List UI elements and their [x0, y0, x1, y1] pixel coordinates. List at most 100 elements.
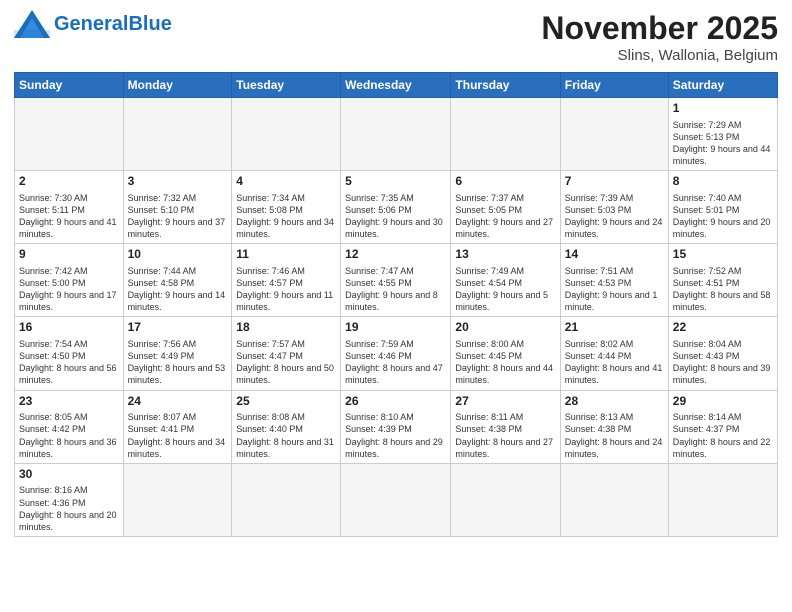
day-info: Sunrise: 8:02 AM Sunset: 4:44 PM Dayligh… — [565, 338, 664, 387]
calendar-day-cell: 15 Sunrise: 7:52 AM Sunset: 4:51 PM Dayli… — [668, 244, 777, 317]
day-number: 25 — [236, 394, 336, 410]
day-info: Sunrise: 7:29 AM Sunset: 5:13 PM Dayligh… — [673, 119, 773, 168]
day-info: Sunrise: 8:05 AM Sunset: 4:42 PM Dayligh… — [19, 411, 119, 460]
calendar-day-cell: 25Sunrise: 8:08 AM Sunset: 4:40 PM Dayli… — [232, 390, 341, 463]
day-info: Sunrise: 7:39 AM Sunset: 5:03 PM Dayligh… — [565, 192, 664, 241]
calendar-header-row: Sunday Monday Tuesday Wednesday Thursday… — [15, 73, 778, 98]
calendar-day-cell — [123, 98, 232, 171]
day-info: Sunrise: 8:04 AM Sunset: 4:43 PM Dayligh… — [673, 338, 773, 387]
calendar-day-cell: 21 Sunrise: 8:02 AM Sunset: 4:44 PM Dayli… — [560, 317, 668, 390]
calendar-day-cell: 30Sunrise: 8:16 AM Sunset: 4:36 PM Dayli… — [15, 463, 124, 536]
day-number: 20 — [455, 320, 555, 336]
calendar-day-cell: 24Sunrise: 8:07 AM Sunset: 4:41 PM Dayli… — [123, 390, 232, 463]
day-number: 29 — [673, 394, 773, 410]
day-info: Sunrise: 7:57 AM Sunset: 4:47 PM Dayligh… — [236, 338, 336, 387]
col-monday: Monday — [123, 73, 232, 98]
calendar-day-cell: 29Sunrise: 8:14 AM Sunset: 4:37 PM Dayli… — [668, 390, 777, 463]
day-number: 27 — [455, 394, 555, 410]
day-number: 21 — [565, 320, 664, 336]
calendar-day-cell: 3 Sunrise: 7:32 AM Sunset: 5:10 PM Daylig… — [123, 171, 232, 244]
logo: GeneralBlue — [14, 10, 172, 38]
day-number: 4 — [236, 174, 336, 190]
day-info: Sunrise: 7:59 AM Sunset: 4:46 PM Dayligh… — [345, 338, 446, 387]
title-block: November 2025 Slins, Wallonia, Belgium — [541, 10, 778, 64]
calendar-day-cell: 2 Sunrise: 7:30 AM Sunset: 5:11 PM Daylig… — [15, 171, 124, 244]
calendar-day-cell: 18 Sunrise: 7:57 AM Sunset: 4:47 PM Dayli… — [232, 317, 341, 390]
logo-general: General — [54, 13, 128, 35]
calendar-week-row: 30Sunrise: 8:16 AM Sunset: 4:36 PM Dayli… — [15, 463, 778, 536]
day-number: 8 — [673, 174, 773, 190]
calendar-day-cell: 5Sunrise: 7:35 AM Sunset: 5:06 PM Daylig… — [341, 171, 451, 244]
day-number: 30 — [19, 467, 119, 483]
calendar-day-cell: 16Sunrise: 7:54 AM Sunset: 4:50 PM Dayli… — [15, 317, 124, 390]
calendar-subtitle: Slins, Wallonia, Belgium — [541, 47, 778, 64]
calendar-day-cell: 12Sunrise: 7:47 AM Sunset: 4:55 PM Dayli… — [341, 244, 451, 317]
calendar-day-cell — [560, 98, 668, 171]
calendar-day-cell — [123, 463, 232, 536]
calendar-day-cell — [451, 463, 560, 536]
day-number: 23 — [19, 394, 119, 410]
day-number: 18 — [236, 320, 336, 336]
day-info: Sunrise: 7:46 AM Sunset: 4:57 PM Dayligh… — [236, 265, 336, 314]
day-info: Sunrise: 8:11 AM Sunset: 4:38 PM Dayligh… — [455, 411, 555, 460]
day-number: 15 — [673, 247, 773, 263]
calendar-day-cell: 6 Sunrise: 7:37 AM Sunset: 5:05 PM Daylig… — [451, 171, 560, 244]
calendar-day-cell: 26Sunrise: 8:10 AM Sunset: 4:39 PM Dayli… — [341, 390, 451, 463]
calendar-week-row: 23Sunrise: 8:05 AM Sunset: 4:42 PM Dayli… — [15, 390, 778, 463]
calendar-day-cell: 22 Sunrise: 8:04 AM Sunset: 4:43 PM Dayli… — [668, 317, 777, 390]
day-info: Sunrise: 7:52 AM Sunset: 4:51 PM Dayligh… — [673, 265, 773, 314]
day-info: Sunrise: 7:56 AM Sunset: 4:49 PM Dayligh… — [128, 338, 228, 387]
day-info: Sunrise: 7:34 AM Sunset: 5:08 PM Dayligh… — [236, 192, 336, 241]
calendar-day-cell: 19 Sunrise: 7:59 AM Sunset: 4:46 PM Dayli… — [341, 317, 451, 390]
calendar-day-cell — [232, 463, 341, 536]
calendar-title: November 2025 — [541, 10, 778, 47]
day-info: Sunrise: 7:54 AM Sunset: 4:50 PM Dayligh… — [19, 338, 119, 387]
calendar-day-cell: 4 Sunrise: 7:34 AM Sunset: 5:08 PM Daylig… — [232, 171, 341, 244]
calendar-table: Sunday Monday Tuesday Wednesday Thursday… — [14, 72, 778, 537]
calendar-day-cell: 28Sunrise: 8:13 AM Sunset: 4:38 PM Dayli… — [560, 390, 668, 463]
page: GeneralBlue November 2025 Slins, Walloni… — [0, 0, 792, 612]
day-info: Sunrise: 7:35 AM Sunset: 5:06 PM Dayligh… — [345, 192, 446, 241]
day-number: 17 — [128, 320, 228, 336]
calendar-day-cell: 10Sunrise: 7:44 AM Sunset: 4:58 PM Dayli… — [123, 244, 232, 317]
calendar-week-row: 16Sunrise: 7:54 AM Sunset: 4:50 PM Dayli… — [15, 317, 778, 390]
calendar-day-cell: 9Sunrise: 7:42 AM Sunset: 5:00 PM Daylig… — [15, 244, 124, 317]
day-number: 2 — [19, 174, 119, 190]
logo-text: GeneralBlue — [54, 13, 172, 35]
col-saturday: Saturday — [668, 73, 777, 98]
calendar-day-cell — [560, 463, 668, 536]
calendar-day-cell — [341, 463, 451, 536]
day-number: 26 — [345, 394, 446, 410]
day-info: Sunrise: 7:30 AM Sunset: 5:11 PM Dayligh… — [19, 192, 119, 241]
col-sunday: Sunday — [15, 73, 124, 98]
day-number: 19 — [345, 320, 446, 336]
calendar-week-row: 9Sunrise: 7:42 AM Sunset: 5:00 PM Daylig… — [15, 244, 778, 317]
day-number: 22 — [673, 320, 773, 336]
day-info: Sunrise: 8:10 AM Sunset: 4:39 PM Dayligh… — [345, 411, 446, 460]
calendar-day-cell: 13 Sunrise: 7:49 AM Sunset: 4:54 PM Dayli… — [451, 244, 560, 317]
day-info: Sunrise: 8:16 AM Sunset: 4:36 PM Dayligh… — [19, 484, 119, 533]
header: GeneralBlue November 2025 Slins, Walloni… — [14, 10, 778, 64]
calendar-day-cell — [341, 98, 451, 171]
day-number: 6 — [455, 174, 555, 190]
col-thursday: Thursday — [451, 73, 560, 98]
day-info: Sunrise: 8:13 AM Sunset: 4:38 PM Dayligh… — [565, 411, 664, 460]
logo-icon — [14, 10, 50, 38]
col-friday: Friday — [560, 73, 668, 98]
calendar-week-row: 1Sunrise: 7:29 AM Sunset: 5:13 PM Daylig… — [15, 98, 778, 171]
day-number: 13 — [455, 247, 555, 263]
day-info: Sunrise: 7:37 AM Sunset: 5:05 PM Dayligh… — [455, 192, 555, 241]
calendar-day-cell: 7 Sunrise: 7:39 AM Sunset: 5:03 PM Daylig… — [560, 171, 668, 244]
calendar-day-cell — [15, 98, 124, 171]
day-info: Sunrise: 7:49 AM Sunset: 4:54 PM Dayligh… — [455, 265, 555, 314]
calendar-day-cell — [668, 463, 777, 536]
calendar-day-cell: 1Sunrise: 7:29 AM Sunset: 5:13 PM Daylig… — [668, 98, 777, 171]
day-number: 28 — [565, 394, 664, 410]
calendar-day-cell: 23Sunrise: 8:05 AM Sunset: 4:42 PM Dayli… — [15, 390, 124, 463]
day-number: 7 — [565, 174, 664, 190]
day-info: Sunrise: 7:51 AM Sunset: 4:53 PM Dayligh… — [565, 265, 664, 314]
calendar-day-cell — [232, 98, 341, 171]
day-number: 3 — [128, 174, 228, 190]
day-info: Sunrise: 7:32 AM Sunset: 5:10 PM Dayligh… — [128, 192, 228, 241]
day-number: 10 — [128, 247, 228, 263]
